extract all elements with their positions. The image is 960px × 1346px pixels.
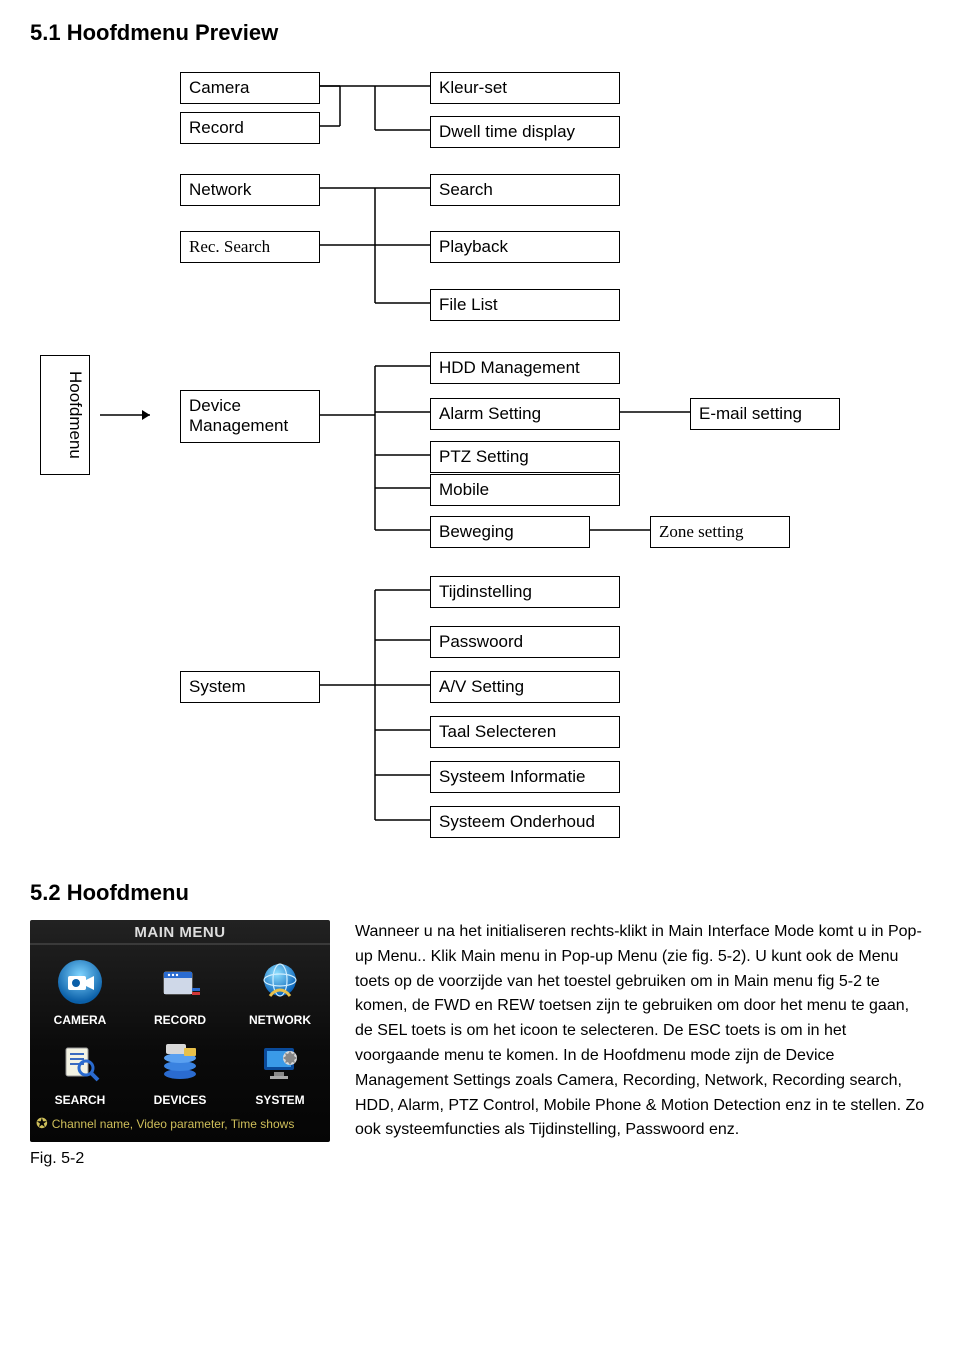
node-tijdinstelling: Tijdinstelling	[430, 576, 620, 608]
mainmenu-title: MAIN MENU	[30, 920, 330, 945]
node-dwell: Dwell time display	[430, 116, 620, 148]
node-hdd-mgmt: HDD Management	[430, 352, 620, 384]
node-rec-search: Rec. Search	[180, 231, 320, 263]
node-alarm-setting: Alarm Setting	[430, 398, 620, 430]
menu-item-search: SEARCH	[30, 1035, 130, 1107]
node-systeem-info: Systeem Informatie	[430, 761, 620, 793]
node-hoofdmenu: Hoofdmenu	[40, 355, 90, 475]
node-camera: Camera	[180, 72, 320, 104]
mainmenu-footer: ✪ Channel name, Video parameter, Time sh…	[30, 1113, 330, 1136]
menu-item-label: RECORD	[154, 1013, 206, 1027]
menu-item-label: CAMERA	[54, 1013, 107, 1027]
node-taal-selecteren: Taal Selecteren	[430, 716, 620, 748]
menu-item-label: DEVICES	[154, 1093, 207, 1107]
node-ptz-setting: PTZ Setting	[430, 441, 620, 473]
mainmenu-footer-text: Channel name, Video parameter, Time show…	[52, 1117, 295, 1131]
node-search: Search	[430, 174, 620, 206]
node-system: System	[180, 671, 320, 703]
info-icon: ✪	[36, 1115, 48, 1132]
node-systeem-onderhoud: Systeem Onderhoud	[430, 806, 620, 838]
devices-icon	[153, 1035, 207, 1089]
system-icon	[253, 1035, 307, 1089]
node-mobile: Mobile	[430, 474, 620, 506]
mainmenu-screenshot: MAIN MENU CAMERA RECORD	[30, 920, 330, 1142]
node-record: Record	[180, 112, 320, 144]
menu-item-label: SYSTEM	[255, 1093, 304, 1107]
menu-item-network: NETWORK	[230, 955, 330, 1027]
network-icon	[253, 955, 307, 1009]
section-body-text: Wanneer u na het initialiseren rechts-kl…	[355, 920, 930, 1143]
menu-item-label: SEARCH	[55, 1093, 106, 1107]
node-passwoord: Passwoord	[430, 626, 620, 658]
menu-tree-diagram: Hoofdmenu Camera Record Network Rec. Sea…	[30, 60, 930, 880]
node-file-list: File List	[430, 289, 620, 321]
record-icon	[153, 955, 207, 1009]
node-email-setting: E-mail setting	[690, 398, 840, 430]
section-title-51: 5.1 Hoofdmenu Preview	[30, 20, 930, 46]
menu-item-system: SYSTEM	[230, 1035, 330, 1107]
node-device-mgmt: Device Management	[180, 390, 320, 443]
search-icon	[53, 1035, 107, 1089]
node-kleur-set: Kleur-set	[430, 72, 620, 104]
menu-item-devices: DEVICES	[130, 1035, 230, 1107]
menu-item-record: RECORD	[130, 955, 230, 1027]
menu-item-label: NETWORK	[249, 1013, 311, 1027]
figure-caption: Fig. 5-2	[30, 1150, 330, 1168]
section-title-52: 5.2 Hoofdmenu	[30, 880, 930, 906]
node-beweging: Beweging	[430, 516, 590, 548]
node-zone-setting: Zone setting	[650, 516, 790, 548]
node-network: Network	[180, 174, 320, 206]
menu-item-camera: CAMERA	[30, 955, 130, 1027]
node-av-setting: A/V Setting	[430, 671, 620, 703]
camera-icon	[53, 955, 107, 1009]
node-playback: Playback	[430, 231, 620, 263]
